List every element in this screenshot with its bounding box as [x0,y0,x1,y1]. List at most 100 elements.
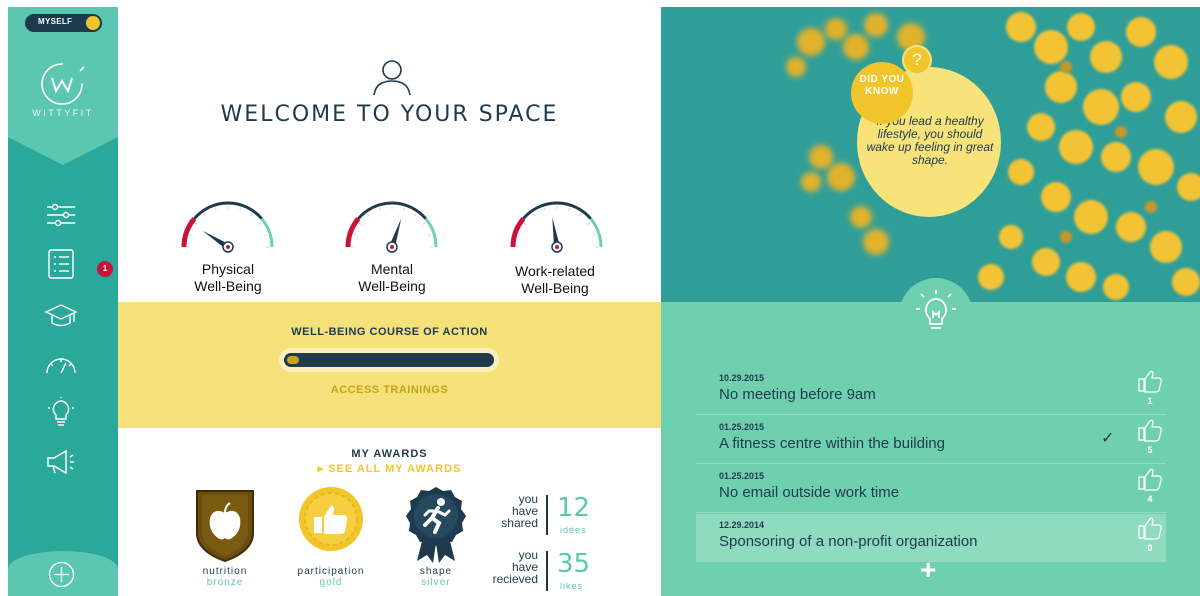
gauge-tick [523,222,527,226]
add-circle-icon[interactable] [48,561,75,588]
progress-frame [279,348,499,372]
lightbulb-icon[interactable] [44,397,78,427]
gauge-tick [358,222,362,226]
gauge-tick [258,222,262,226]
idea-title[interactable]: Sponsoring of a non-profit organization [719,533,978,550]
gauge-tick [263,233,268,236]
gauge-arc-red [345,217,361,248]
stat-label: you have recieved [478,549,538,585]
idea-row[interactable]: 10.29.2015 No meeting before 9am 1 [696,367,1166,415]
gauge-tick [403,207,406,212]
access-trainings-link[interactable]: ACCESS TRAININGS [118,384,661,396]
megaphone-icon[interactable] [44,447,78,477]
award-badge[interactable]: nutrition bronze [180,485,270,595]
gauge-tick [367,213,371,217]
question-mark-icon[interactable]: ? [902,45,932,75]
gauge-arc-green [589,217,603,248]
like-count: 0 [1147,543,1153,553]
gauge-label-line: Mental [370,261,414,277]
badge-name: participation [297,566,365,577]
gauge-tick [188,233,193,236]
gauge-hub-center [555,245,559,249]
thumbs-up-icon[interactable] [1137,467,1163,491]
stat-divider [546,495,548,535]
thumbs-up-icon[interactable] [1137,516,1163,540]
gauge-tick [378,207,381,212]
award-badge[interactable]: participation gold [286,485,376,595]
thumbs-up-icon [299,487,363,551]
gauge-tick [543,207,546,212]
stat-number: 35 [557,549,591,579]
app-root: MYSELF WITTYFIT 1 WELCOME TO YOUR SPACE … [0,0,1200,596]
like-count: 1 [1147,396,1153,406]
stat-divider [546,551,548,591]
stat-label-line: recieved [492,572,538,586]
gauge-arc-green [260,217,274,248]
checklist-icon[interactable] [44,249,78,279]
gauge-tick [532,213,536,217]
gauge-tick [568,207,571,212]
badge-name: nutrition [202,566,248,577]
idea-title[interactable]: A fitness centre within the building [719,435,945,452]
gauge-label-line: Well-Being [358,278,426,294]
physical-wellbeing-gauge [181,201,274,253]
logo-text: WITTYFIT [32,108,94,118]
idea-title[interactable]: No meeting before 9am [719,386,876,403]
graduation-cap-icon[interactable] [44,300,78,330]
gauge-tick [203,213,207,217]
gauge-tick [214,207,217,212]
main-panel: WELCOME TO YOUR SPACE Physical Well-Bein… [118,7,661,596]
apple-icon [196,490,254,563]
gauge-label-line: Physical [201,261,255,277]
gauge-tick [352,233,357,236]
gauge-tick [194,222,198,226]
awards-title: MY AWARDS [351,448,428,460]
gauge-label: Mental Well-Being [317,261,467,295]
gauge-tick [413,213,417,217]
stat-unit: idées [560,525,587,535]
course-title: WELL-BEING COURSE OF ACTION [291,326,488,338]
toggle-knob[interactable] [86,16,100,30]
gauge-arc-navy [522,201,592,220]
idea-title[interactable]: No email outside work time [719,484,899,501]
work-wellbeing-gauge [510,201,603,253]
speedometer-icon[interactable] [44,349,78,379]
progress-fill [287,356,300,364]
sidebar-chevron [8,137,118,165]
gauge-label-line: Well-Being [194,278,262,294]
stat-label-line: shared [501,516,538,530]
see-all-awards-link[interactable]: ▸ SEE ALL MY AWARDS [118,462,661,475]
like-count: 5 [1147,445,1153,455]
course-section: WELL-BEING COURSE OF ACTION ACCESS TRAIN… [118,302,661,428]
gauge-hub-center [390,245,394,249]
settings-sliders-icon[interactable] [44,200,78,230]
stat-number: 12 [557,493,591,523]
thumbs-up-icon[interactable] [1137,418,1163,442]
idea-row[interactable]: 01.25.2015 A fitness centre within the b… [696,416,1166,464]
myself-toggle-label: MYSELF [38,17,73,26]
stat-label: you have shared [478,493,538,529]
like-count: 4 [1147,494,1153,504]
badge-name: shape [419,566,453,577]
award-badge[interactable]: shape silver [391,485,481,595]
course-progress-bar[interactable] [284,353,494,367]
idea-date: 10.29.2015 [719,373,765,383]
gauge-arc-navy [357,201,427,220]
mental-wellbeing-gauge [345,201,438,253]
gauge-label-line: Well-Being [521,280,589,296]
myself-toggle[interactable]: MYSELF [25,14,102,32]
gauge-tick [249,213,253,217]
right-panel: If you lead a healthy lifestyle, you sho… [661,7,1200,596]
wittyfit-logo-icon [41,63,85,105]
gauge-tick [592,233,597,236]
idea-date: 01.25.2015 [719,422,765,432]
notification-badge: 1 [97,261,113,277]
ideas-panel: 10.29.2015 No meeting before 9am 1 01.25… [661,278,1200,596]
gauge-tick [578,213,582,217]
idea-row[interactable]: 01.25.2015 No email outside work time 4 [696,465,1166,513]
gauge-label: Work-related Well-Being [480,263,630,297]
thumbs-up-icon[interactable] [1137,369,1163,393]
runner-icon [406,487,466,563]
add-idea-button[interactable]: + [920,556,936,584]
check-icon: ✓ [1101,430,1115,447]
